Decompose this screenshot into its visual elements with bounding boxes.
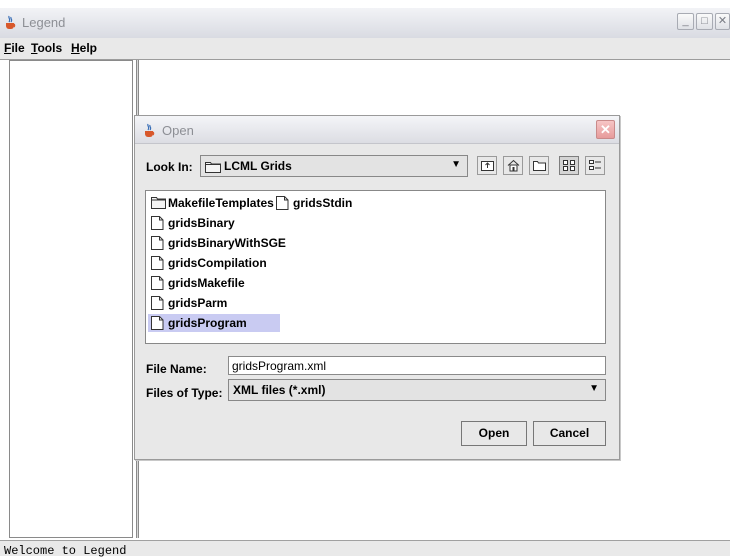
maximize-button[interactable]: □ bbox=[696, 13, 713, 30]
chevron-down-icon: ▼ bbox=[451, 159, 461, 170]
file-name: gridsProgram bbox=[168, 316, 247, 330]
details-view-button[interactable] bbox=[585, 156, 605, 175]
window-title: Legend bbox=[22, 15, 66, 30]
home-icon bbox=[507, 159, 520, 172]
cancel-button[interactable]: Cancel bbox=[533, 421, 606, 446]
look-in-combo[interactable]: LCML Grids ▼ bbox=[200, 155, 468, 177]
look-in-value: LCML Grids bbox=[224, 159, 292, 173]
file-name: gridsBinary bbox=[168, 216, 235, 230]
maximize-icon: □ bbox=[701, 15, 708, 27]
file-icon bbox=[151, 276, 164, 290]
files-of-type-combo[interactable]: XML files (*.xml) ▼ bbox=[228, 379, 606, 401]
menu-help[interactable]: Help bbox=[71, 41, 97, 55]
files-of-type-value: XML files (*.xml) bbox=[233, 383, 326, 397]
file-item-gridsMakefile[interactable]: gridsMakefile bbox=[148, 274, 272, 292]
file-name-input[interactable] bbox=[228, 356, 606, 375]
dialog-title: Open bbox=[162, 123, 194, 138]
file-name-label: File Name: bbox=[146, 362, 207, 376]
file-name: gridsStdin bbox=[293, 196, 353, 210]
file-item-gridsStdin[interactable]: gridsStdin bbox=[273, 194, 373, 212]
close-button[interactable]: ✕ bbox=[715, 13, 730, 30]
file-item-gridsBinary[interactable]: gridsBinary bbox=[148, 214, 272, 232]
window-title-bar bbox=[0, 0, 730, 39]
list-view-icon bbox=[563, 160, 575, 171]
file-icon bbox=[151, 236, 164, 250]
up-one-level-icon bbox=[481, 161, 494, 171]
folder-icon bbox=[151, 197, 166, 209]
file-name: gridsMakefile bbox=[168, 276, 245, 290]
close-icon: ✕ bbox=[717, 15, 728, 27]
file-name: gridsParm bbox=[168, 296, 228, 310]
file-name: gridsBinaryWithSGE bbox=[168, 236, 286, 250]
file-item-gridsProgram[interactable]: gridsProgram bbox=[148, 314, 280, 332]
java-cup-icon bbox=[6, 15, 16, 29]
open-button[interactable]: Open bbox=[461, 421, 527, 446]
java-cup-icon bbox=[145, 123, 155, 137]
left-pane[interactable] bbox=[9, 60, 133, 538]
file-icon bbox=[276, 196, 289, 210]
file-name: MakefileTemplates bbox=[168, 196, 274, 210]
menu-bar bbox=[0, 38, 730, 60]
file-item-gridsBinaryWithSGE[interactable]: gridsBinaryWithSGE bbox=[148, 234, 286, 252]
file-name: gridsCompilation bbox=[168, 256, 267, 270]
close-icon: ✕ bbox=[600, 122, 611, 137]
new-folder-icon bbox=[533, 161, 546, 171]
file-list[interactable]: MakefileTemplates gridsStdin gridsBinary… bbox=[145, 190, 606, 344]
minimize-button[interactable]: _ bbox=[677, 13, 694, 30]
dialog-title-bar: Open ✕ bbox=[135, 116, 619, 144]
file-item-gridsCompilation[interactable]: gridsCompilation bbox=[148, 254, 272, 272]
details-view-icon bbox=[589, 160, 601, 170]
file-icon bbox=[151, 256, 164, 270]
files-of-type-label: Files of Type: bbox=[146, 386, 223, 400]
look-in-label: Look In: bbox=[146, 160, 193, 174]
menu-file[interactable]: File bbox=[4, 41, 25, 55]
file-icon bbox=[151, 296, 164, 310]
up-one-level-button[interactable] bbox=[477, 156, 497, 175]
folder-icon bbox=[205, 162, 221, 173]
minimize-icon: _ bbox=[682, 15, 689, 27]
file-item-MakefileTemplates[interactable]: MakefileTemplates bbox=[148, 194, 274, 212]
home-button[interactable] bbox=[503, 156, 523, 175]
chevron-down-icon: ▼ bbox=[589, 383, 599, 394]
status-bar: Welcome to Legend bbox=[0, 540, 730, 558]
new-folder-button[interactable] bbox=[529, 156, 549, 175]
dialog-close-button[interactable]: ✕ bbox=[596, 120, 615, 139]
file-item-gridsParm[interactable]: gridsParm bbox=[148, 294, 272, 312]
menu-tools[interactable]: Tools bbox=[31, 41, 62, 55]
list-view-button[interactable] bbox=[559, 156, 579, 175]
file-icon bbox=[151, 216, 164, 230]
open-dialog: Open ✕ Look In: LCML Grids ▼ MakefileTem… bbox=[134, 115, 620, 460]
file-icon bbox=[151, 316, 164, 330]
